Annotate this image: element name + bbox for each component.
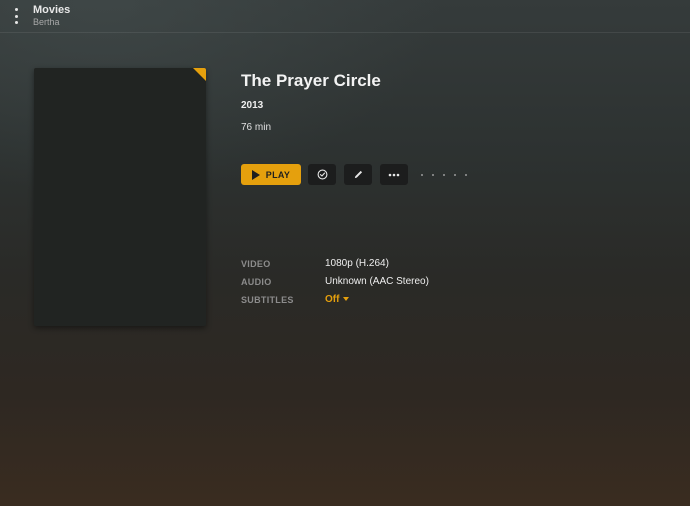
audio-value: Unknown (AAC Stereo) xyxy=(325,276,429,287)
audio-label: AUDIO xyxy=(241,277,272,287)
video-label: VIDEO xyxy=(241,259,271,269)
pencil-icon xyxy=(354,170,362,179)
subtitles-label: SUBTITLES xyxy=(241,295,294,305)
movie-year: 2013 xyxy=(241,100,264,111)
movie-poster[interactable] xyxy=(34,68,206,326)
mark-watched-button[interactable] xyxy=(308,164,336,185)
vertical-menu-icon[interactable] xyxy=(10,8,22,24)
movie-title: The Prayer Circle xyxy=(241,71,381,90)
more-horizontal-icon xyxy=(388,173,400,176)
movie-duration: 76 min xyxy=(241,122,272,133)
play-icon xyxy=(251,169,260,180)
loading-dots xyxy=(421,173,476,176)
section-title: Movies xyxy=(33,4,71,16)
check-circle-icon xyxy=(317,169,327,180)
caret-down-icon xyxy=(343,297,350,302)
subtitles-value: Off xyxy=(325,294,340,305)
action-bar: PLAY xyxy=(241,164,476,185)
play-button-label: PLAY xyxy=(265,169,291,180)
top-bar: Movies Bertha xyxy=(0,0,690,33)
more-options-button[interactable] xyxy=(380,164,408,185)
server-name: Bertha xyxy=(33,17,60,27)
video-value: 1080p (H.264) xyxy=(325,258,389,269)
play-button[interactable]: PLAY xyxy=(241,164,301,185)
subtitles-dropdown[interactable]: Off xyxy=(325,293,350,306)
edit-button[interactable] xyxy=(344,164,372,185)
unwatched-corner-badge xyxy=(193,68,206,81)
library-title-block[interactable]: Movies Bertha xyxy=(33,4,70,28)
